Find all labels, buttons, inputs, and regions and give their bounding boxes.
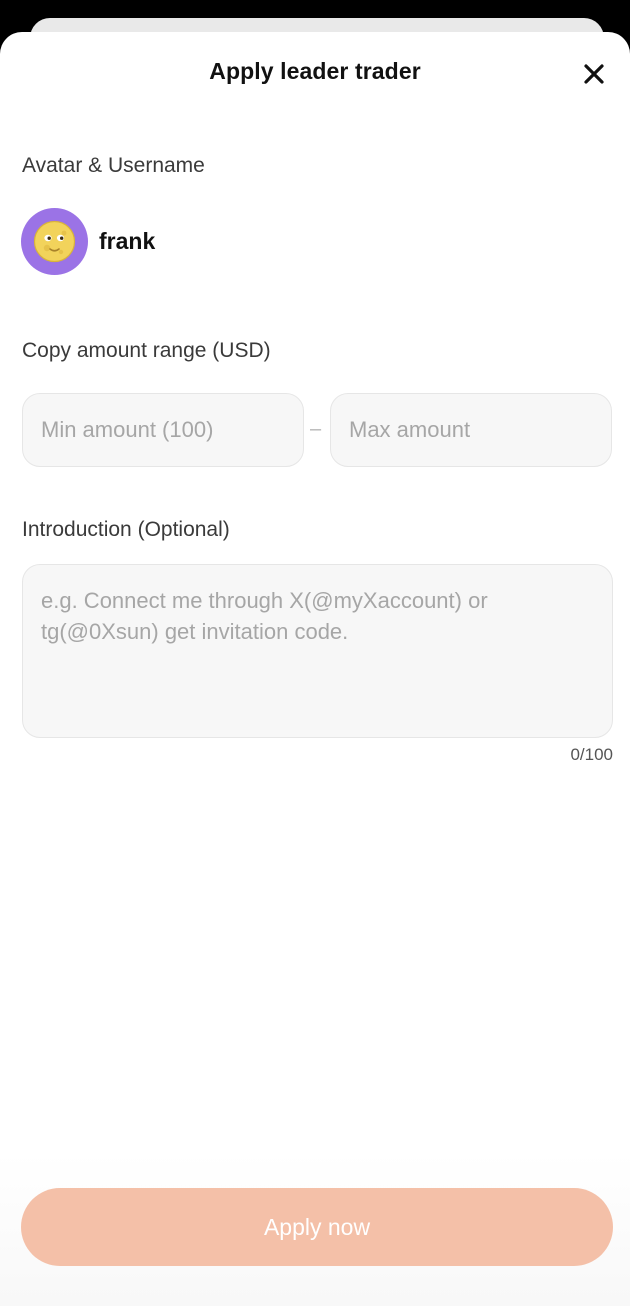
- apply-leader-sheet: Apply leader trader Avatar & Username fr…: [0, 32, 630, 1306]
- avatar-username-label: Avatar & Username: [22, 154, 205, 177]
- username: frank: [99, 228, 156, 254]
- page-title: Apply leader trader: [209, 58, 421, 84]
- screen: Apply leader trader Avatar & Username fr…: [0, 0, 630, 1306]
- avatar: [21, 208, 88, 275]
- sheet-header: Apply leader trader: [0, 32, 630, 112]
- min-amount-input[interactable]: [22, 393, 304, 467]
- range-separator: –: [310, 418, 322, 440]
- copy-amount-range-label: Copy amount range (USD): [22, 339, 271, 362]
- introduction-label: Introduction (Optional): [22, 518, 230, 541]
- introduction-textarea[interactable]: [22, 564, 613, 738]
- full-moon-face-icon: [33, 220, 76, 263]
- close-icon: [584, 64, 604, 84]
- apply-now-button[interactable]: Apply now: [21, 1188, 613, 1266]
- max-amount-input[interactable]: [330, 393, 612, 467]
- character-counter: 0/100: [570, 745, 613, 764]
- close-button[interactable]: [578, 58, 610, 90]
